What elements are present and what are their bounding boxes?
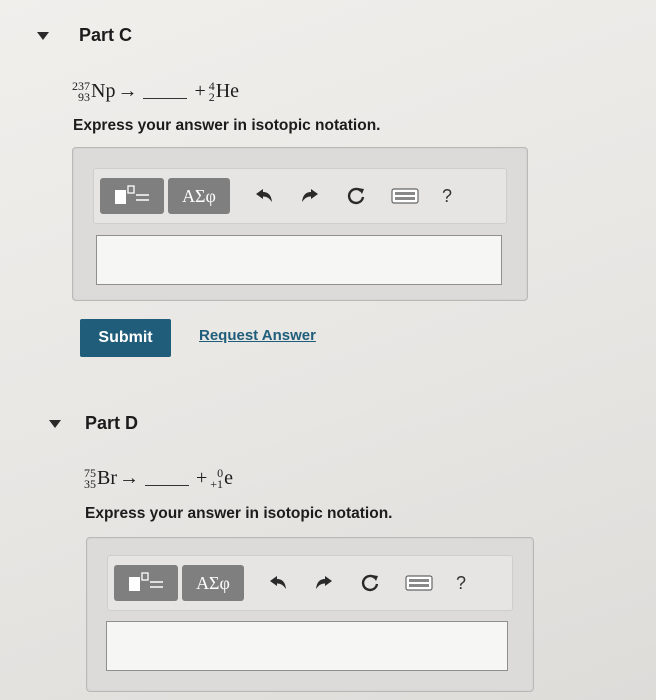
product-nuclide: 0 +1 e (210, 467, 233, 490)
part-c-math-toolbar: ΑΣφ ? (93, 168, 507, 224)
part-d-answer-panel: ΑΣφ ? (86, 537, 534, 692)
template-icon (129, 572, 163, 591)
product-atomic-number: 2 (208, 89, 215, 104)
request-answer-link[interactable]: Request Answer (199, 327, 316, 344)
reaction-arrow: → (117, 80, 138, 102)
reactant-symbol: Np (91, 80, 116, 102)
template-button[interactable] (100, 178, 164, 214)
part-d-header[interactable]: Part D (49, 413, 138, 434)
undo-icon[interactable] (266, 571, 290, 595)
part-d-instruction: Express your answer in isotopic notation… (85, 505, 393, 522)
part-c-title: Part C (79, 25, 133, 45)
help-button[interactable]: ? (456, 573, 466, 594)
collapse-caret-icon[interactable] (49, 419, 61, 428)
reset-icon[interactable] (358, 571, 382, 595)
reactant-atomic-number: 93 (78, 89, 90, 104)
product-nuclide: 4 2 He (209, 80, 239, 103)
reactant-nuclide: 237 93 Np (72, 80, 115, 103)
keyboard-icon[interactable] (404, 571, 434, 595)
part-d-answer-input[interactable] (106, 621, 508, 671)
product-atomic-number: +1 (210, 476, 224, 491)
template-button[interactable] (114, 565, 178, 601)
greek-symbols-button[interactable]: ΑΣφ (182, 565, 244, 601)
product-symbol: e (224, 467, 233, 489)
part-c-equation: 237 93 Np → + 4 2 He (72, 80, 239, 103)
part-c-answer-input[interactable] (96, 235, 502, 285)
submit-button[interactable]: Submit (80, 319, 171, 357)
unknown-blank (143, 84, 188, 99)
part-c-header[interactable]: Part C (37, 25, 132, 46)
unknown-blank (145, 471, 189, 486)
plus-sign: + (194, 80, 206, 102)
reactant-atomic-number: 35 (84, 476, 96, 491)
greek-symbols-button[interactable]: ΑΣφ (168, 178, 230, 214)
reactant-nuclide: 75 35 Br (84, 467, 117, 490)
part-c-answer-panel: ΑΣφ ? (72, 147, 528, 301)
template-icon (115, 185, 149, 204)
reset-icon[interactable] (344, 184, 368, 208)
collapse-caret-icon[interactable] (37, 31, 49, 40)
redo-icon[interactable] (312, 571, 336, 595)
reactant-symbol: Br (97, 467, 117, 489)
part-c-instruction: Express your answer in isotopic notation… (73, 117, 381, 134)
reaction-arrow: → (119, 467, 139, 489)
keyboard-icon[interactable] (390, 184, 420, 208)
plus-sign: + (196, 467, 208, 489)
undo-icon[interactable] (252, 184, 276, 208)
part-d-math-toolbar: ΑΣφ ? (107, 555, 513, 611)
redo-icon[interactable] (298, 184, 322, 208)
part-d-title: Part D (85, 413, 139, 433)
part-d-equation: 75 35 Br → + 0 +1 e (84, 467, 233, 490)
help-button[interactable]: ? (442, 186, 452, 207)
page: Part C 237 93 Np → + 4 2 He Express your… (0, 0, 656, 700)
product-symbol: He (215, 80, 240, 102)
